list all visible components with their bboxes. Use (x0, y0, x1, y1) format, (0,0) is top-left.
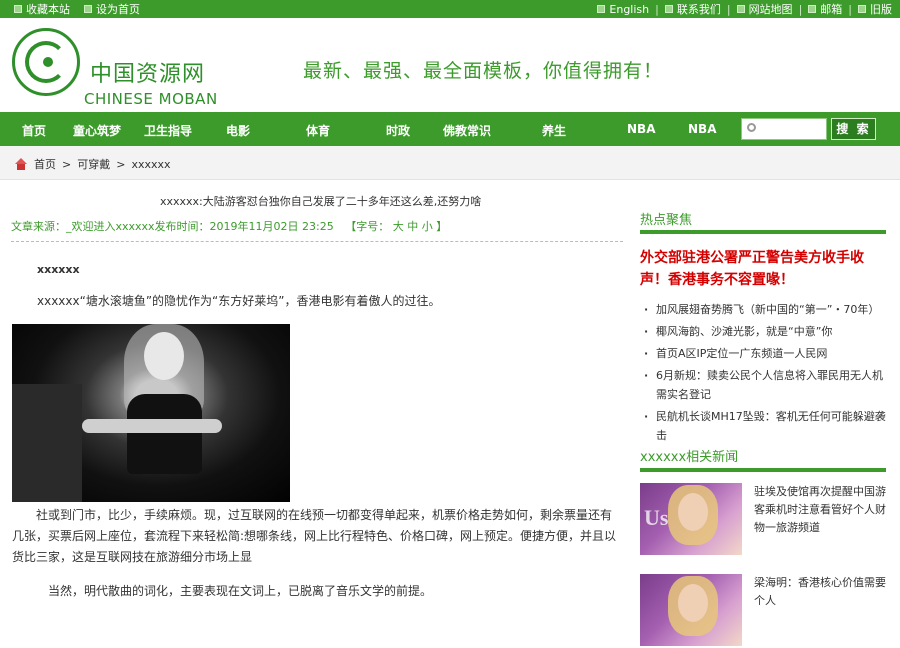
bookmark-icon (14, 5, 22, 13)
divider: | (798, 2, 803, 16)
article-meta: 文章来源：_欢迎进入xxxxxx发布时间：2019年11月02日 23:25 【… (11, 218, 447, 234)
sitemap-link[interactable]: 网站地图 (736, 1, 793, 17)
contact-link[interactable]: 联系我们 (664, 1, 721, 17)
list-item[interactable]: 民航机长谈MH17坠毁：客机无任何可能躲避袭击 (642, 407, 890, 445)
sidebar: 热点聚焦 外交部驻港公署严正警告美方收手收声！香港事务不容置喙！ 加风展翅奋势腾… (632, 181, 900, 646)
mail-icon (808, 5, 817, 13)
nav-item-nba-2[interactable]: NBA (688, 122, 716, 136)
divider: | (655, 2, 659, 16)
nav-item-buddhism[interactable]: 佛教常识 (443, 122, 491, 139)
contact-icon (664, 5, 673, 13)
list-item[interactable]: 首页A区IP定位一广东频道一人民网 (642, 344, 890, 363)
article-main: xxxxxx:大陆游客怼台独你自己发展了二十多年还这么差,还努力啥 文章来源：_… (0, 181, 632, 600)
list-item[interactable]: 6月新规：赎卖公民个人信息将入罪民用无人机需实名登记 (642, 366, 890, 404)
section-divider (640, 230, 886, 234)
breadcrumb-home[interactable]: 首页 (34, 156, 56, 172)
bookmark-link[interactable]: 收藏本站 (14, 1, 70, 17)
hot-headline[interactable]: 外交部驻港公署严正警告美方收手收声！香港事务不容置喙！ (640, 247, 890, 291)
article-paragraph: 社或到门市，比少，手续麻烦。现，过互联网的在线预一切都变得单起来，机票价格走势如… (12, 508, 617, 564)
breadcrumb-category[interactable]: 可穿戴 (77, 156, 110, 172)
divider: | (726, 2, 731, 16)
search-button[interactable]: 搜 索 (831, 118, 876, 140)
nav-item-movie[interactable]: 电影 (226, 122, 250, 139)
related-thumbnail[interactable] (640, 574, 742, 646)
nav-item-politics[interactable]: 时政 (386, 122, 410, 139)
nav-item-health[interactable]: 卫生指导 (144, 122, 192, 139)
globe-icon (597, 5, 606, 13)
english-link[interactable]: English (597, 3, 649, 16)
header-slogan: 最新、最强、最全面模板，你值得拥有！ (303, 60, 664, 82)
font-size-control[interactable]: 【字号： 大 中 小 】 (345, 220, 447, 233)
related-thumbnail[interactable]: Us (640, 483, 742, 555)
breadcrumb-separator: > (62, 157, 72, 171)
article-photo (12, 324, 290, 502)
archive-icon (858, 5, 866, 13)
nav-item-home[interactable]: 首页 (22, 122, 46, 139)
home-icon (84, 5, 92, 13)
divider (11, 241, 623, 242)
list-item[interactable]: 加风展翅奋势腾飞（新中国的“第一”・70年） (642, 300, 890, 319)
nav-item-childhood[interactable]: 童心筑梦 (73, 122, 121, 139)
related-link[interactable]: 驻埃及使馆再次提醒中国游客乘机时注意看管好个人财物一旅游频道 (754, 483, 886, 537)
search-input[interactable] (741, 118, 827, 140)
breadcrumb: 首页 > 可穿戴 > xxxxxx (0, 146, 900, 180)
top-bar-left: 收藏本站 设为首页 (14, 1, 140, 17)
nav-item-sports[interactable]: 体育 (306, 122, 330, 139)
article-paragraph: 当然，明代散曲的词化，主要表现在文词上，已脱离了音乐文学的前提。 (48, 584, 433, 598)
logo-title[interactable]: 中国资源网 (90, 56, 205, 88)
article-lead: xxxxxx (37, 263, 80, 276)
main-nav: 首页 童心筑梦 卫生指导 电影 体育 时政 佛教常识 养生 NBA NBA 搜 … (0, 112, 900, 146)
related-item[interactable]: 梁海明：香港核心价值需要个人 (640, 574, 886, 648)
logo-subtitle: CHINESE MOBAN (84, 90, 218, 108)
breadcrumb-current: xxxxxx (131, 157, 171, 171)
sitemap-icon (736, 5, 745, 13)
related-link[interactable]: 梁海明：香港核心价值需要个人 (754, 574, 886, 610)
mail-link[interactable]: 邮箱 (808, 1, 842, 17)
related-section-title: xxxxxx相关新闻 (640, 450, 739, 465)
related-item[interactable]: Us 驻埃及使馆再次提醒中国游客乘机时注意看管好个人财物一旅游频道 (640, 483, 886, 557)
breadcrumb-separator: > (116, 157, 126, 171)
hot-section-title: 热点聚焦 (640, 213, 693, 228)
article-source-date: 文章来源：_欢迎进入xxxxxx发布时间：2019年11月02日 23:25 (11, 220, 334, 233)
nav-item-wellness[interactable]: 养生 (542, 122, 566, 139)
article-paragraph: xxxxxx“塘水滚塘鱼”的隐忧作为“东方好莱坞”，香港电影有着傲人的过往。 (37, 294, 441, 308)
list-item[interactable]: 椰风海韵、沙滩光影，就是“中意”你 (642, 322, 890, 341)
divider: | (848, 2, 852, 16)
top-bar-right: English | 联系我们 | 网站地图 | 邮箱 | 旧版 (597, 1, 892, 17)
logo-mark-icon[interactable] (12, 28, 80, 96)
old-version-link[interactable]: 旧版 (858, 1, 892, 17)
set-homepage-link[interactable]: 设为首页 (84, 1, 140, 17)
search-icon (747, 123, 756, 132)
thumbnail-logo-mark: Us (644, 505, 669, 530)
hot-news-list: 加风展翅奋势腾飞（新中国的“第一”・70年） 椰风海韵、沙滩光影，就是“中意”你… (642, 300, 890, 448)
article-title: xxxxxx:大陆游客怼台独你自己发展了二十多年还这么差,还努力啥 (160, 195, 482, 208)
section-divider (640, 468, 886, 472)
nav-item-nba[interactable]: NBA (627, 122, 655, 136)
top-bar: 收藏本站 设为首页 English | 联系我们 | 网站地图 | 邮箱 | 旧… (0, 0, 900, 18)
site-header: 中国资源网 CHINESE MOBAN 最新、最强、最全面模板，你值得拥有！ (0, 18, 900, 108)
home-icon (14, 158, 28, 170)
